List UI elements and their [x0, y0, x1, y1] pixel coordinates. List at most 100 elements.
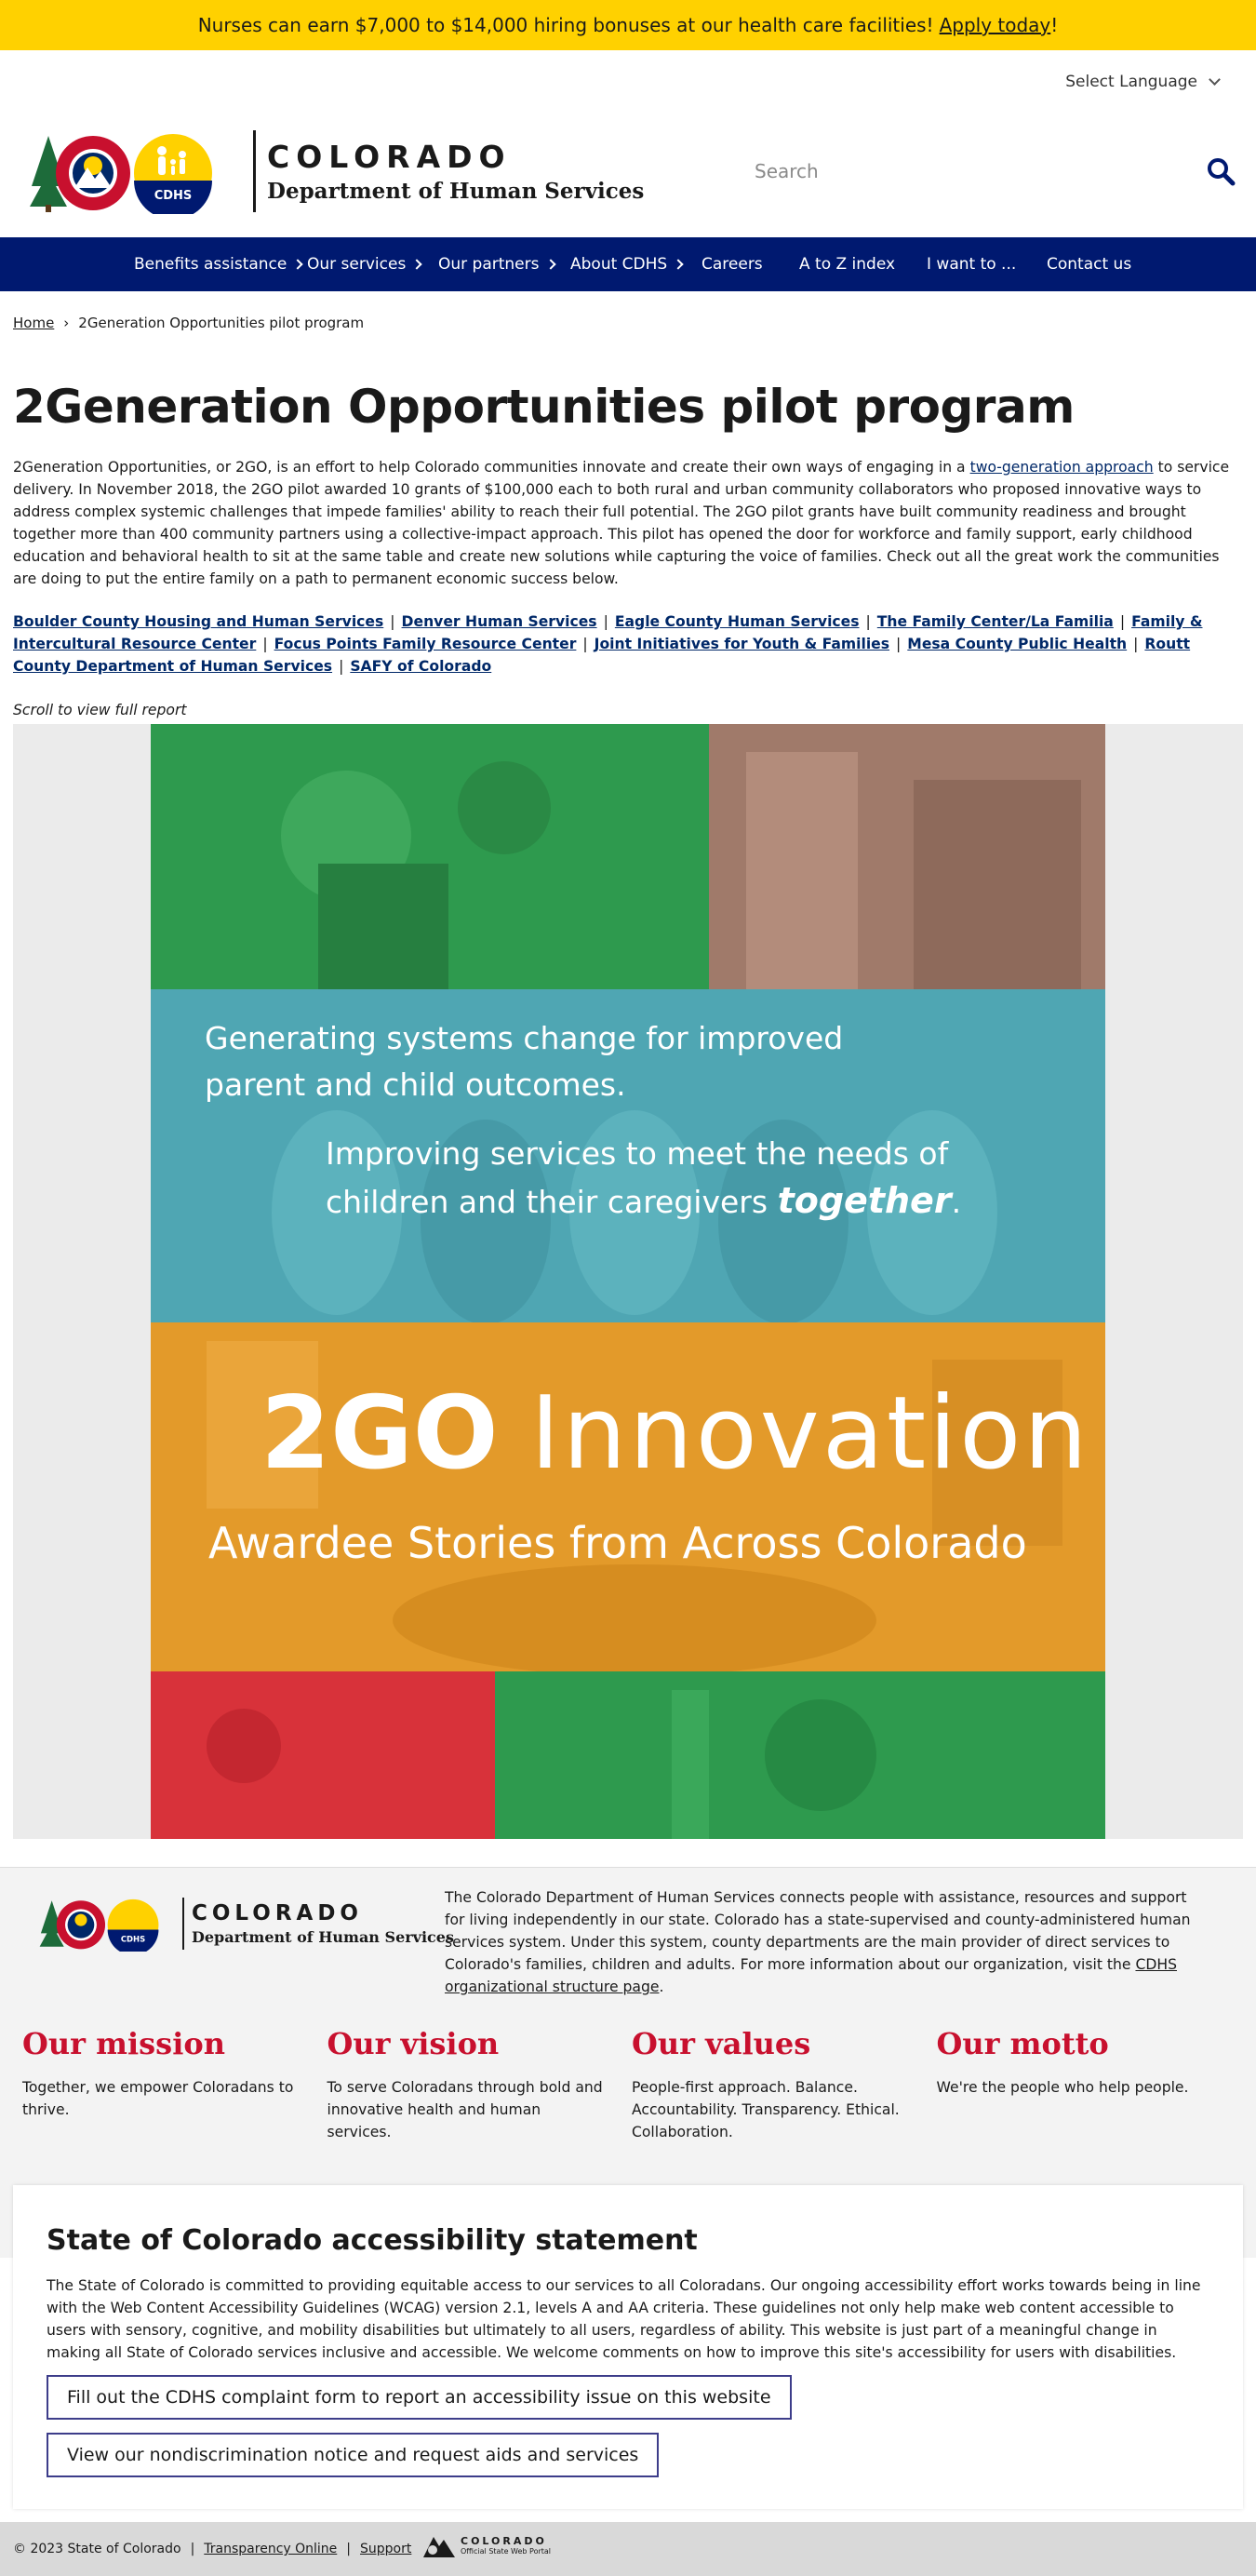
logo-badge-text: CDHS	[154, 189, 193, 203]
state-portal-subtitle: Official State Web Portal	[461, 2547, 552, 2556]
footer-about: The Colorado Department of Human Service…	[445, 1886, 1208, 1998]
report-headline-2a: Improving services to meet the needs of	[326, 1135, 949, 1172]
nav-our-partners[interactable]: Our partners	[438, 237, 556, 291]
breadcrumb-current: 2Generation Opportunities pilot program	[78, 315, 365, 331]
nondiscrimination-notice-button[interactable]: View our nondiscrimination notice and re…	[47, 2433, 660, 2477]
nav-label: Benefits assistance	[134, 255, 287, 274]
motto-block: Our motto We're the people who help peop…	[937, 2026, 1242, 2143]
nav-i-want-to[interactable]: I want to ...	[927, 237, 1016, 291]
nav-a-to-z-index[interactable]: A to Z index	[799, 237, 895, 291]
chevron-right-icon	[673, 259, 684, 270]
mission-text: Together, we empower Coloradans to thriv…	[22, 2079, 294, 2118]
intro-paragraph: 2Generation Opportunities, or 2GO, is an…	[13, 456, 1243, 590]
mission-block: Our mission Together, we empower Colorad…	[22, 2026, 327, 2143]
report-headline-2-end: .	[951, 1184, 962, 1220]
partner-link[interactable]: Boulder County Housing and Human Service…	[13, 613, 383, 630]
report-title: 2GO Innovation	[261, 1378, 1090, 1490]
complaint-form-button[interactable]: Fill out the CDHS complaint form to repo…	[47, 2375, 792, 2420]
partner-separator: |	[339, 658, 344, 675]
cover-teal-panel: Generating systems change for improved p…	[151, 989, 1105, 1322]
nav-about-cdhs[interactable]: About CDHS	[570, 237, 684, 291]
partner-link[interactable]: Denver Human Services	[402, 613, 597, 630]
hiring-banner: Nurses can earn $7,000 to $14,000 hiring…	[0, 0, 1256, 50]
report-cover-image: Generating systems change for improved p…	[151, 724, 1105, 1839]
two-generation-approach-link[interactable]: two-generation approach	[970, 459, 1154, 476]
nav-label: A to Z index	[799, 255, 896, 274]
chevron-right-icon	[544, 259, 556, 270]
banner-text: Nurses can earn $7,000 to $14,000 hiring…	[197, 14, 934, 36]
nav-label: Our services	[307, 255, 407, 274]
state-portal-logo[interactable]: COLORADO Official State Web Portal	[423, 2531, 551, 2559]
mission-title: Our mission	[22, 2026, 225, 2061]
report-title-light: Innovation	[529, 1375, 1090, 1492]
state-portal-name: COLORADO	[461, 2535, 547, 2547]
chevron-right-icon	[292, 259, 304, 270]
transparency-online-link[interactable]: Transparency Online	[204, 2542, 337, 2556]
partner-link[interactable]: Eagle County Human Services	[615, 613, 860, 630]
copyright: © 2023 State of Colorado	[13, 2542, 181, 2556]
report-subtitle: Awardee Stories from Across Colorado	[208, 1518, 1027, 1568]
cover-orange-panel: 2GO Innovation Awardee Stories from Acro…	[151, 1322, 1105, 1671]
nav-label: I want to ...	[927, 255, 1017, 274]
nav-our-services[interactable]: Our services	[307, 237, 422, 291]
language-select[interactable]: Select Language	[1065, 73, 1221, 91]
intro-text-start: 2Generation Opportunities, or 2GO, is an…	[13, 459, 970, 476]
bottom-bar: © 2023 State of Colorado | Transparency …	[0, 2522, 1256, 2576]
page-title: 2Generation Opportunities pilot program	[13, 380, 1075, 434]
bottom-separator: |	[346, 2542, 352, 2556]
search-bar	[744, 149, 1237, 194]
partner-link[interactable]: SAFY of Colorado	[350, 658, 491, 675]
cover-photo-row-bottom	[151, 1671, 1105, 1839]
report-headline-1b: parent and child outcomes.	[205, 1067, 626, 1103]
partner-separator: |	[896, 636, 902, 652]
footer-wordmark: COLORADO Department of Human Services	[192, 1901, 454, 1946]
nav-benefits-assistance[interactable]: Benefits assistance	[134, 237, 304, 291]
colorado-cdhs-logo-icon: CDHS	[30, 134, 212, 214]
nav-careers[interactable]: Careers	[701, 237, 763, 291]
report-headline-1: Generating systems change for improved p…	[205, 1015, 843, 1108]
search-input[interactable]	[744, 160, 1182, 182]
values-row: Our mission Together, we empower Colorad…	[22, 2026, 1241, 2143]
accessibility-title: State of Colorado accessibility statemen…	[47, 2224, 698, 2257]
footer-logo[interactable]: CDHS COLORADO Department of Human Servic…	[37, 1896, 454, 1952]
partner-link[interactable]: Mesa County Public Health	[907, 636, 1127, 652]
values-text: People-first approach. Balance. Accounta…	[632, 2079, 900, 2140]
partner-link[interactable]: The Family Center/La Familia	[877, 613, 1114, 630]
values-title: Our values	[632, 2026, 811, 2061]
partner-separator: |	[1133, 636, 1139, 652]
chevron-right-icon	[411, 259, 422, 270]
nav-label: Careers	[701, 255, 763, 274]
scroll-note: Scroll to view full report	[13, 702, 187, 718]
support-link[interactable]: Support	[360, 2542, 411, 2556]
search-icon[interactable]	[1204, 154, 1237, 188]
values-block: Our values People-first approach. Balanc…	[632, 2026, 937, 2143]
report-title-bold: 2GO	[261, 1375, 499, 1492]
partner-links: Boulder County Housing and Human Service…	[13, 610, 1243, 678]
main-nav: Benefits assistance Our services Our par…	[0, 237, 1256, 291]
vision-block: Our vision To serve Coloradans through b…	[327, 2026, 633, 2143]
nav-label: About CDHS	[570, 255, 668, 274]
breadcrumb-home[interactable]: Home	[13, 315, 54, 331]
report-viewer[interactable]: Generating systems change for improved p…	[13, 724, 1243, 1839]
partner-link[interactable]: Joint Initiatives for Youth & Families	[595, 636, 889, 652]
mountain-logo-icon	[423, 2537, 455, 2557]
nav-contact-us[interactable]: Contact us	[1047, 237, 1131, 291]
wordmark-state: COLORADO	[267, 139, 512, 175]
motto-title: Our motto	[936, 2026, 1109, 2061]
site-logo[interactable]: CDHS COLORADO Department of Human Servic…	[26, 128, 644, 214]
bottom-separator: |	[190, 2542, 195, 2556]
partner-link[interactable]: Focus Points Family Resource Center	[274, 636, 577, 652]
bottom-links: © 2023 State of Colorado | Transparency …	[13, 2522, 411, 2576]
photo-collage-bottom	[151, 1671, 1105, 1839]
report-headline-emphasis: together	[777, 1180, 952, 1221]
logo-divider	[182, 1898, 184, 1950]
apply-today-link[interactable]: Apply today	[940, 14, 1051, 36]
breadcrumb: Home › 2Generation Opportunities pilot p…	[13, 315, 364, 331]
language-label: Select Language	[1065, 73, 1197, 91]
accessibility-text: The State of Colorado is committed to pr…	[47, 2277, 1201, 2361]
state-portal-text: COLORADO Official State Web Portal	[461, 2535, 551, 2556]
accessibility-statement: State of Colorado accessibility statemen…	[13, 2185, 1243, 2509]
logo-divider	[253, 130, 256, 212]
breadcrumb-separator: ›	[63, 315, 70, 331]
partner-separator: |	[390, 613, 395, 630]
